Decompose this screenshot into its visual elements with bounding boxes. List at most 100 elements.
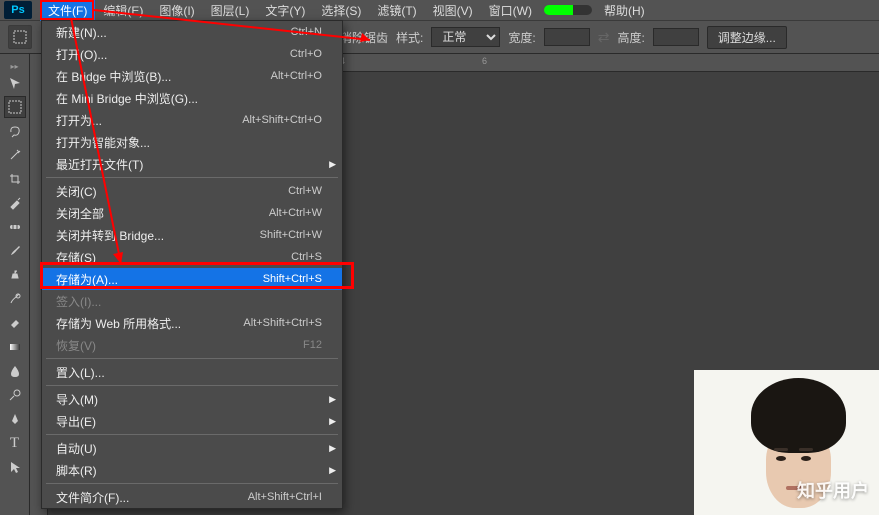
menu-help[interactable]: 帮助(H) xyxy=(596,0,653,21)
menu-item[interactable]: 脚本(R) ▶ xyxy=(42,459,342,481)
menu-item-shortcut: Ctrl+W xyxy=(288,185,322,197)
menu-item-label: 自动(U) xyxy=(56,440,97,457)
menu-item[interactable]: 最近打开文件(T) ▶ xyxy=(42,153,342,175)
menu-item-label: 置入(L)... xyxy=(56,364,105,381)
menu-layer[interactable]: 图层(L) xyxy=(203,0,258,21)
eyedropper-tool[interactable] xyxy=(4,192,26,214)
menu-type[interactable]: 文字(Y) xyxy=(257,0,313,21)
menu-item-label: 存储(S) xyxy=(56,249,96,266)
menu-item[interactable]: 打开为智能对象... xyxy=(42,131,342,153)
menu-item[interactable]: 在 Mini Bridge 中浏览(G)... xyxy=(42,87,342,109)
blur-tool[interactable] xyxy=(4,360,26,382)
style-label: 样式: xyxy=(396,29,423,46)
menu-item[interactable]: 关闭并转到 Bridge... Shift+Ctrl+W xyxy=(42,224,342,246)
menu-item-label: 打开(O)... xyxy=(56,46,107,63)
menu-item-shortcut: Alt+Shift+Ctrl+I xyxy=(248,491,322,503)
move-tool[interactable] xyxy=(4,72,26,94)
menu-image[interactable]: 图像(I) xyxy=(151,0,202,21)
menu-item-shortcut: Shift+Ctrl+W xyxy=(260,229,322,241)
lasso-tool[interactable] xyxy=(4,120,26,142)
expand-toolbar-icon[interactable]: ▸▸ xyxy=(10,62,20,70)
menu-item-shortcut: Alt+Ctrl+W xyxy=(269,207,322,219)
menu-item-label: 导入(M) xyxy=(56,391,98,408)
menu-item: 恢复(V) F12 xyxy=(42,334,342,356)
menu-item-shortcut: Alt+Shift+Ctrl+S xyxy=(243,317,322,329)
submenu-arrow-icon: ▶ xyxy=(329,416,336,427)
path-selection-tool[interactable] xyxy=(4,456,26,478)
menu-item-label: 打开为... xyxy=(56,112,102,129)
healing-brush-tool[interactable] xyxy=(4,216,26,238)
brush-tool[interactable] xyxy=(4,240,26,262)
menu-item-shortcut: Ctrl+O xyxy=(290,48,322,60)
menu-item[interactable]: 打开(O)... Ctrl+O xyxy=(42,43,342,65)
document-image: 知乎用户 xyxy=(694,370,879,515)
menu-item-label: 存储为(A)... xyxy=(56,271,118,288)
submenu-arrow-icon: ▶ xyxy=(329,443,336,454)
menu-item-label: 在 Mini Bridge 中浏览(G)... xyxy=(56,90,198,107)
menu-item-label: 脚本(R) xyxy=(56,462,97,479)
menu-item-label: 最近打开文件(T) xyxy=(56,156,143,173)
marquee-tool[interactable] xyxy=(4,96,26,118)
submenu-arrow-icon: ▶ xyxy=(329,159,336,170)
history-brush-tool[interactable] xyxy=(4,288,26,310)
width-input[interactable] xyxy=(544,28,590,46)
menu-item[interactable]: 导入(M) ▶ xyxy=(42,388,342,410)
audio-level-icon xyxy=(544,5,592,15)
submenu-arrow-icon: ▶ xyxy=(329,394,336,405)
menu-item-shortcut: Ctrl+N xyxy=(291,26,322,38)
menu-edit[interactable]: 编辑(E) xyxy=(95,0,151,21)
file-menu-dropdown: 新建(N)... Ctrl+N 打开(O)... Ctrl+O 在 Bridge 中浏览… xyxy=(41,20,343,509)
menu-item-shortcut: F12 xyxy=(303,339,322,351)
type-tool[interactable]: T xyxy=(4,432,26,454)
menu-item-shortcut: Shift+Ctrl+S xyxy=(263,273,322,285)
menu-item[interactable]: 自动(U) ▶ xyxy=(42,437,342,459)
dodge-tool[interactable] xyxy=(4,384,26,406)
style-select[interactable]: 正常 xyxy=(431,27,500,47)
menu-item-shortcut: Alt+Ctrl+O xyxy=(271,70,322,82)
menu-item-label: 恢复(V) xyxy=(56,337,96,354)
menu-view[interactable]: 视图(V) xyxy=(425,0,481,21)
menu-item[interactable]: 导出(E) ▶ xyxy=(42,410,342,432)
menu-item-shortcut: Ctrl+S xyxy=(291,251,322,263)
menu-item[interactable]: 存储(S) Ctrl+S xyxy=(42,246,342,268)
menu-item[interactable]: 关闭全部 Alt+Ctrl+W xyxy=(42,202,342,224)
swap-icon[interactable]: ⇄ xyxy=(598,29,610,46)
menubar: Ps 文件(F) 编辑(E) 图像(I) 图层(L) 文字(Y) 选择(S) 滤… xyxy=(0,0,879,20)
menu-item-label: 导出(E) xyxy=(56,413,96,430)
menu-item[interactable]: 在 Bridge 中浏览(B)... Alt+Ctrl+O xyxy=(42,65,342,87)
pen-tool[interactable] xyxy=(4,408,26,430)
menu-item[interactable]: 存储为(A)... Shift+Ctrl+S xyxy=(42,268,342,290)
magic-wand-tool[interactable] xyxy=(4,144,26,166)
menu-item-label: 关闭并转到 Bridge... xyxy=(56,227,164,244)
menu-item-label: 在 Bridge 中浏览(B)... xyxy=(56,68,171,85)
menu-file[interactable]: 文件(F) xyxy=(40,0,95,21)
menu-item-label: 文件简介(F)... xyxy=(56,489,129,506)
menu-item-label: 签入(I)... xyxy=(56,293,101,310)
menu-item[interactable]: 关闭(C) Ctrl+W xyxy=(42,180,342,202)
toolbar: ▸▸ T xyxy=(0,54,30,515)
menu-item-shortcut: Alt+Shift+Ctrl+O xyxy=(242,114,322,126)
menu-item[interactable]: 置入(L)... xyxy=(42,361,342,383)
menu-filter[interactable]: 滤镜(T) xyxy=(369,0,424,21)
submenu-arrow-icon: ▶ xyxy=(329,465,336,476)
eraser-tool[interactable] xyxy=(4,312,26,334)
menu-item[interactable]: 打开为... Alt+Shift+Ctrl+O xyxy=(42,109,342,131)
menu-item[interactable]: 新建(N)... Ctrl+N xyxy=(42,21,342,43)
menu-item-label: 关闭(C) xyxy=(56,183,97,200)
menu-item-label: 新建(N)... xyxy=(56,24,107,41)
refine-edge-button[interactable]: 调整边缘... xyxy=(707,26,787,49)
antialias-label: 消除锯齿 xyxy=(340,29,388,46)
gradient-tool[interactable] xyxy=(4,336,26,358)
menu-item-label: 关闭全部 xyxy=(56,205,104,222)
menu-item[interactable]: 存储为 Web 所用格式... Alt+Shift+Ctrl+S xyxy=(42,312,342,334)
app-logo: Ps xyxy=(4,1,32,19)
crop-tool[interactable] xyxy=(4,168,26,190)
menu-window[interactable]: 窗口(W) xyxy=(481,0,540,21)
menu-item-label: 存储为 Web 所用格式... xyxy=(56,315,181,332)
height-input[interactable] xyxy=(653,28,699,46)
menu-item[interactable]: 文件简介(F)... Alt+Shift+Ctrl+I xyxy=(42,486,342,508)
clone-stamp-tool[interactable] xyxy=(4,264,26,286)
tool-preset-icon[interactable] xyxy=(8,25,32,49)
height-label: 高度: xyxy=(617,29,644,46)
menu-select[interactable]: 选择(S) xyxy=(313,0,369,21)
